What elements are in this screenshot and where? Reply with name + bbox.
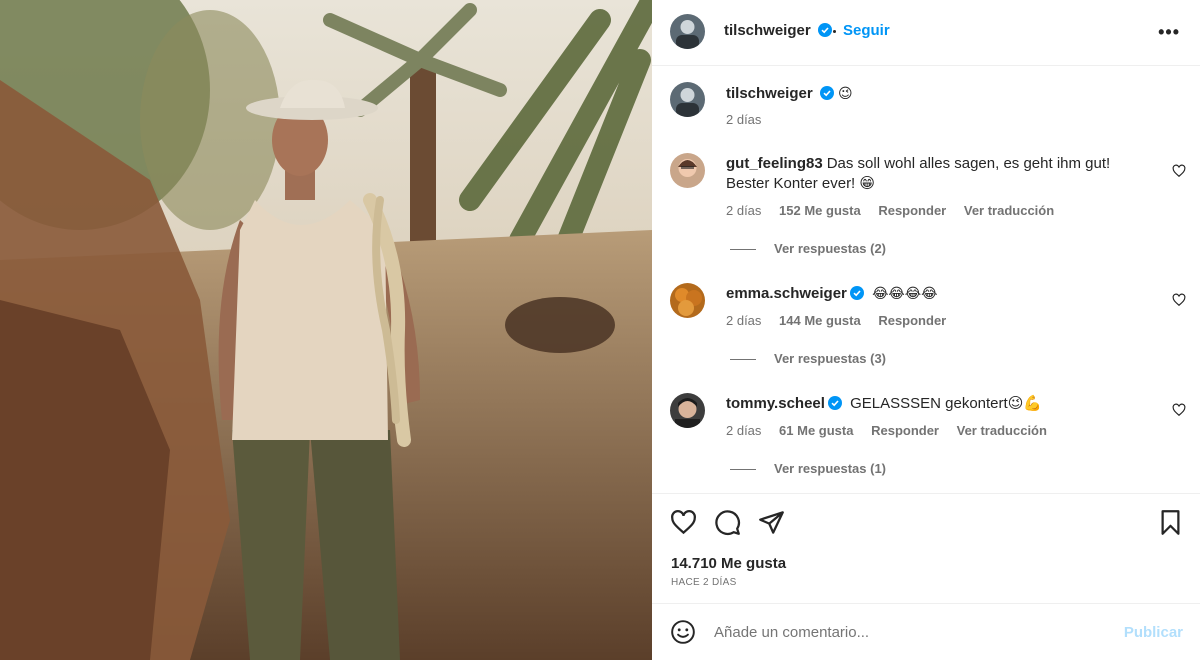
actions-divider xyxy=(652,493,1200,494)
reply-button[interactable]: Responder xyxy=(871,423,939,438)
view-replies-button[interactable]: Ver respuestas (2) xyxy=(730,241,886,256)
comment-box-divider xyxy=(652,603,1200,604)
comment-avatar-image xyxy=(670,153,705,188)
verified-badge-icon xyxy=(819,86,834,100)
caption-avatar[interactable] xyxy=(670,82,705,117)
like-comment-heart-icon[interactable] xyxy=(1172,164,1186,178)
view-replies-label[interactable]: Ver respuestas (1) xyxy=(774,461,886,476)
comment-likes[interactable]: 152 Me gusta xyxy=(779,203,861,218)
comment-meta: 2 días 61 Me gusta Responder Ver traducc… xyxy=(726,423,1061,438)
translate-button[interactable]: Ver traducción xyxy=(957,423,1047,438)
comment-text: 😂😂😂😂 xyxy=(872,286,938,302)
view-replies-label[interactable]: Ver respuestas (2) xyxy=(774,241,886,256)
comment-avatar[interactable] xyxy=(670,153,705,188)
comment-bubble-icon[interactable] xyxy=(714,509,741,536)
view-replies-label[interactable]: Ver respuestas (3) xyxy=(774,351,886,366)
comment-avatar[interactable] xyxy=(670,393,705,428)
caption-meta: 2 días xyxy=(726,112,775,127)
replies-line xyxy=(730,469,756,471)
like-heart-icon[interactable] xyxy=(670,509,697,536)
comment-text: GELASSSEN gekontert😉💪 xyxy=(850,395,1043,412)
translate-button[interactable]: Ver traducción xyxy=(964,203,1054,218)
author-username-text[interactable]: tilschweiger xyxy=(724,22,811,39)
like-comment-heart-icon[interactable] xyxy=(1172,293,1186,307)
reply-button[interactable]: Responder xyxy=(878,203,946,218)
like-comment-heart-icon[interactable] xyxy=(1172,403,1186,417)
replies-line xyxy=(730,359,756,361)
save-bookmark-icon[interactable] xyxy=(1157,509,1184,536)
comment-avatar-image xyxy=(670,283,705,318)
comment-avatar-image xyxy=(670,393,705,428)
verified-badge-icon xyxy=(849,286,864,300)
share-paper-plane-icon[interactable] xyxy=(758,509,785,536)
follow-button[interactable]: Seguir xyxy=(843,22,890,39)
verified-badge-icon xyxy=(827,396,842,410)
comment-username[interactable]: emma.schweiger xyxy=(726,285,864,302)
smiley-icon[interactable] xyxy=(670,619,696,645)
caption-username[interactable]: tilschweiger 😉 xyxy=(726,85,853,102)
post-photo-art xyxy=(0,0,652,660)
replies-line xyxy=(730,249,756,251)
post-photo xyxy=(0,0,652,660)
separator-dot xyxy=(833,30,836,33)
comment-time[interactable]: 2 días xyxy=(726,423,761,438)
post-timestamp[interactable]: HACE 2 DÍAS xyxy=(671,577,737,588)
comment-body: tommy.scheel GELASSSEN gekontert😉💪 xyxy=(726,394,1146,414)
comment-username[interactable]: tommy.scheel xyxy=(726,395,842,412)
comment-body: gut_feeling83 Das soll wohl alles sagen, … xyxy=(726,154,1146,194)
verified-badge-icon xyxy=(817,23,832,37)
comment-avatar[interactable] xyxy=(670,283,705,318)
comment-likes[interactable]: 61 Me gusta xyxy=(779,423,853,438)
comment-text-line2: Bester Konter ever! 😁 xyxy=(726,175,876,192)
caption-emoji: 😉 xyxy=(838,86,853,102)
reply-button[interactable]: Responder xyxy=(878,313,946,328)
caption-username-text[interactable]: tilschweiger xyxy=(726,85,813,102)
add-comment-input[interactable] xyxy=(714,624,1094,641)
view-replies-button[interactable]: Ver respuestas (3) xyxy=(730,351,886,366)
more-options-icon[interactable]: ••• xyxy=(1158,22,1180,43)
comment-likes[interactable]: 144 Me gusta xyxy=(779,313,861,328)
comment-body: emma.schweiger 😂😂😂😂 xyxy=(726,284,1146,304)
caption-time[interactable]: 2 días xyxy=(726,112,761,127)
post-side-panel: tilschweiger Seguir ••• tilschweiger 😉 2… xyxy=(652,0,1200,660)
author-username[interactable]: tilschweiger xyxy=(724,22,832,39)
view-replies-button[interactable]: Ver respuestas (1) xyxy=(730,461,886,476)
publish-button[interactable]: Publicar xyxy=(1124,624,1183,641)
comment-meta: 2 días 144 Me gusta Responder xyxy=(726,313,960,328)
comment-username-text[interactable]: tommy.scheel xyxy=(726,395,825,412)
author-avatar-image xyxy=(670,14,705,49)
comment-text: Das soll wohl alles sagen, es geht ihm g… xyxy=(826,155,1111,172)
comment-username-text[interactable]: emma.schweiger xyxy=(726,285,847,302)
author-avatar[interactable] xyxy=(670,14,705,49)
post-likes-count[interactable]: 14.710 Me gusta xyxy=(671,555,786,572)
comment-time[interactable]: 2 días xyxy=(726,203,761,218)
header-divider xyxy=(652,65,1200,66)
comment-meta: 2 días 152 Me gusta Responder Ver traduc… xyxy=(726,203,1068,218)
caption-avatar-image xyxy=(670,82,705,117)
comment-username[interactable]: gut_feeling83 xyxy=(726,155,823,172)
comment-time[interactable]: 2 días xyxy=(726,313,761,328)
